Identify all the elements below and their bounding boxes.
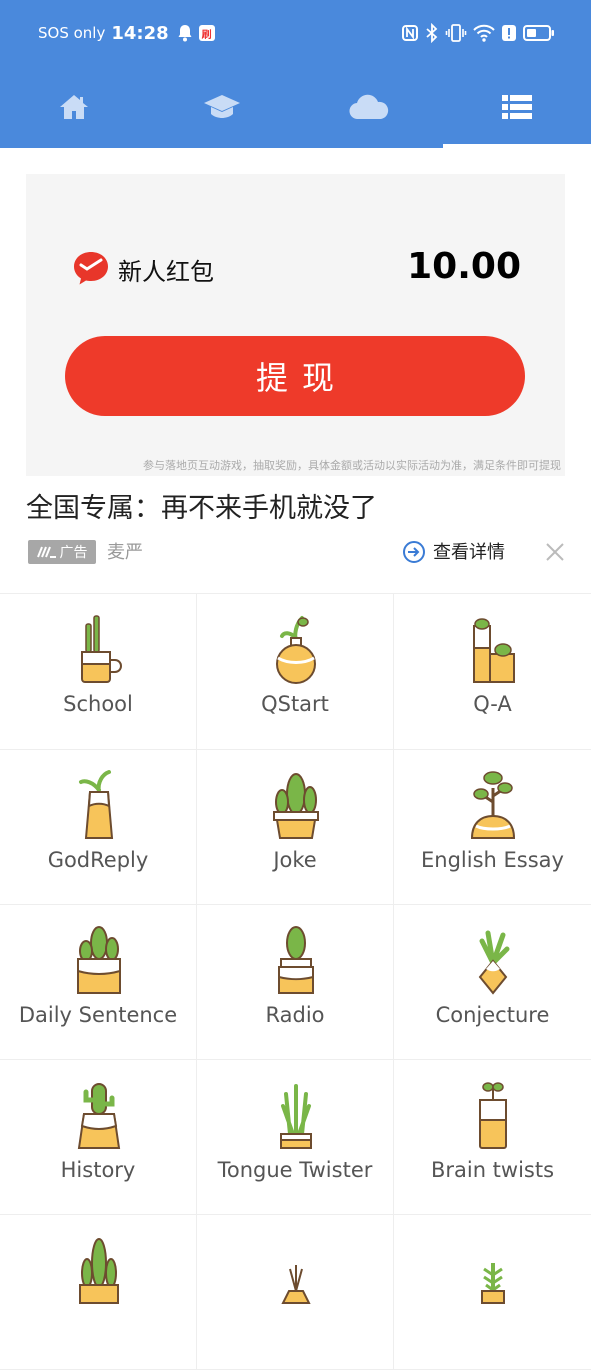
- withdraw-button[interactable]: 提现: [65, 336, 525, 416]
- grid-item-partial-3[interactable]: [394, 1215, 591, 1369]
- grid-item-joke[interactable]: Joke: [197, 750, 394, 904]
- ad-badge: 广告: [28, 540, 96, 564]
- arrow-circle-icon[interactable]: [402, 540, 426, 564]
- grid-item-radio[interactable]: Radio: [197, 905, 394, 1059]
- grid-item-qstart[interactable]: QStart: [197, 594, 394, 749]
- ad-platform-logo-icon: [36, 546, 56, 558]
- app-notification-icon: 刷: [198, 25, 215, 41]
- grid-item-english-essay[interactable]: English Essay: [394, 750, 591, 904]
- home-icon: [59, 95, 88, 119]
- ad-headline[interactable]: 全国专属：再不来手机就没了: [26, 486, 377, 525]
- grid-row: History Tongue Twister Brain twists: [0, 1060, 591, 1215]
- ad-banner[interactable]: 新人红包 10.00 提现 参与落地页互动游戏，抽取奖励，具体金额或活动以实际活…: [26, 174, 565, 476]
- aloe-pot-icon: [280, 1084, 312, 1149]
- grid-item-label: School: [63, 692, 133, 716]
- grid-item-label: Joke: [273, 848, 317, 872]
- grid-item-label: Conjecture: [435, 1003, 550, 1027]
- grid-item-partial-1[interactable]: [0, 1215, 197, 1369]
- status-bar: SOS only 14:28 刷: [0, 0, 591, 66]
- vibrate-icon: [445, 24, 467, 42]
- grid-item-label: Q-A: [473, 692, 512, 716]
- bell-icon: [178, 25, 192, 42]
- ad-badge-label: 广告: [59, 545, 88, 561]
- grid-row: School QStart Q-A: [0, 594, 591, 750]
- ad-disclaimer: 参与落地页互动游戏，抽取奖励，具体金额或活动以实际活动为准，满足条件即可提现: [143, 459, 561, 472]
- grid-item-conjecture[interactable]: Conjecture: [394, 905, 591, 1059]
- cloud-icon: [349, 94, 389, 120]
- cactus-square-pot-icon: [77, 926, 121, 994]
- succulent-tower-icon: [481, 1263, 505, 1304]
- red-packet-amount: 10.00: [407, 246, 521, 287]
- cactus-mug-icon: [81, 615, 122, 683]
- grid-item-label: Daily Sentence: [18, 1003, 178, 1027]
- succulent-vase-icon: [478, 930, 510, 995]
- list-icon: [502, 95, 533, 119]
- nfc-icon: [402, 25, 418, 41]
- grid-item-daily-sentence[interactable]: Daily Sentence: [0, 905, 197, 1059]
- small-cactus-pot-icon: [278, 926, 314, 994]
- round-vase-plant-icon: [276, 616, 316, 684]
- grid-item-label: Radio: [265, 1003, 325, 1027]
- grid-item-tongue-twister[interactable]: Tongue Twister: [197, 1060, 394, 1214]
- grid-item-label: GodReply: [47, 848, 149, 872]
- grid-item-label: English Essay: [421, 848, 564, 872]
- cactus-cluster-icon: [79, 1238, 119, 1304]
- tab-home[interactable]: [0, 66, 148, 148]
- graduation-cap-icon: [203, 95, 240, 118]
- bluetooth-icon: [426, 23, 438, 43]
- view-details-link[interactable]: 查看详情: [433, 538, 505, 564]
- red-packet-title: 新人红包: [118, 258, 214, 286]
- cactus-pot-icon: [473, 618, 515, 683]
- wifi-icon: [473, 24, 495, 42]
- cactus-bucket-icon: [77, 1083, 121, 1149]
- tab-cloud[interactable]: [296, 66, 444, 148]
- grid-item-label: Brain twists: [430, 1158, 555, 1182]
- app-notification-badge: 刷: [201, 29, 212, 41]
- top-tab-bar: [0, 66, 591, 148]
- carrier-text: SOS only: [38, 24, 106, 42]
- close-icon[interactable]: [544, 541, 566, 563]
- alert-icon: [502, 25, 516, 41]
- red-packet-icon: [74, 252, 108, 285]
- grid-row: [0, 1215, 591, 1370]
- grid-item-qa[interactable]: Q-A: [394, 594, 591, 749]
- cactus-planter-icon: [273, 773, 319, 839]
- tab-learning[interactable]: [148, 66, 296, 148]
- bonsai-icon: [470, 771, 516, 839]
- app-header: SOS only 14:28 刷: [0, 0, 591, 148]
- grass-vase-icon: [281, 1265, 311, 1304]
- grid-item-godreply[interactable]: GodReply: [0, 750, 197, 904]
- ad-source: 麦严: [107, 542, 143, 563]
- grid-row: GodReply Joke English Essay: [0, 750, 591, 905]
- grid-item-history[interactable]: History: [0, 1060, 197, 1214]
- battery-icon: [523, 25, 554, 41]
- feature-grid: School QStart Q-A GodReply Joke English …: [0, 593, 591, 1370]
- tall-vase-plant-icon: [79, 770, 114, 839]
- grid-row: Daily Sentence Radio Conjecture: [0, 905, 591, 1060]
- grid-item-label: QStart: [261, 692, 329, 716]
- grid-item-brain-twists[interactable]: Brain twists: [394, 1060, 591, 1214]
- grid-item-label: History: [60, 1158, 136, 1182]
- grid-item-label: Tongue Twister: [217, 1158, 373, 1182]
- tab-list[interactable]: [443, 66, 591, 148]
- sprout-jar-icon: [479, 1082, 507, 1149]
- clock-text: 14:28: [111, 22, 169, 44]
- grid-item-school[interactable]: School: [0, 594, 197, 749]
- grid-item-partial-2[interactable]: [197, 1215, 394, 1369]
